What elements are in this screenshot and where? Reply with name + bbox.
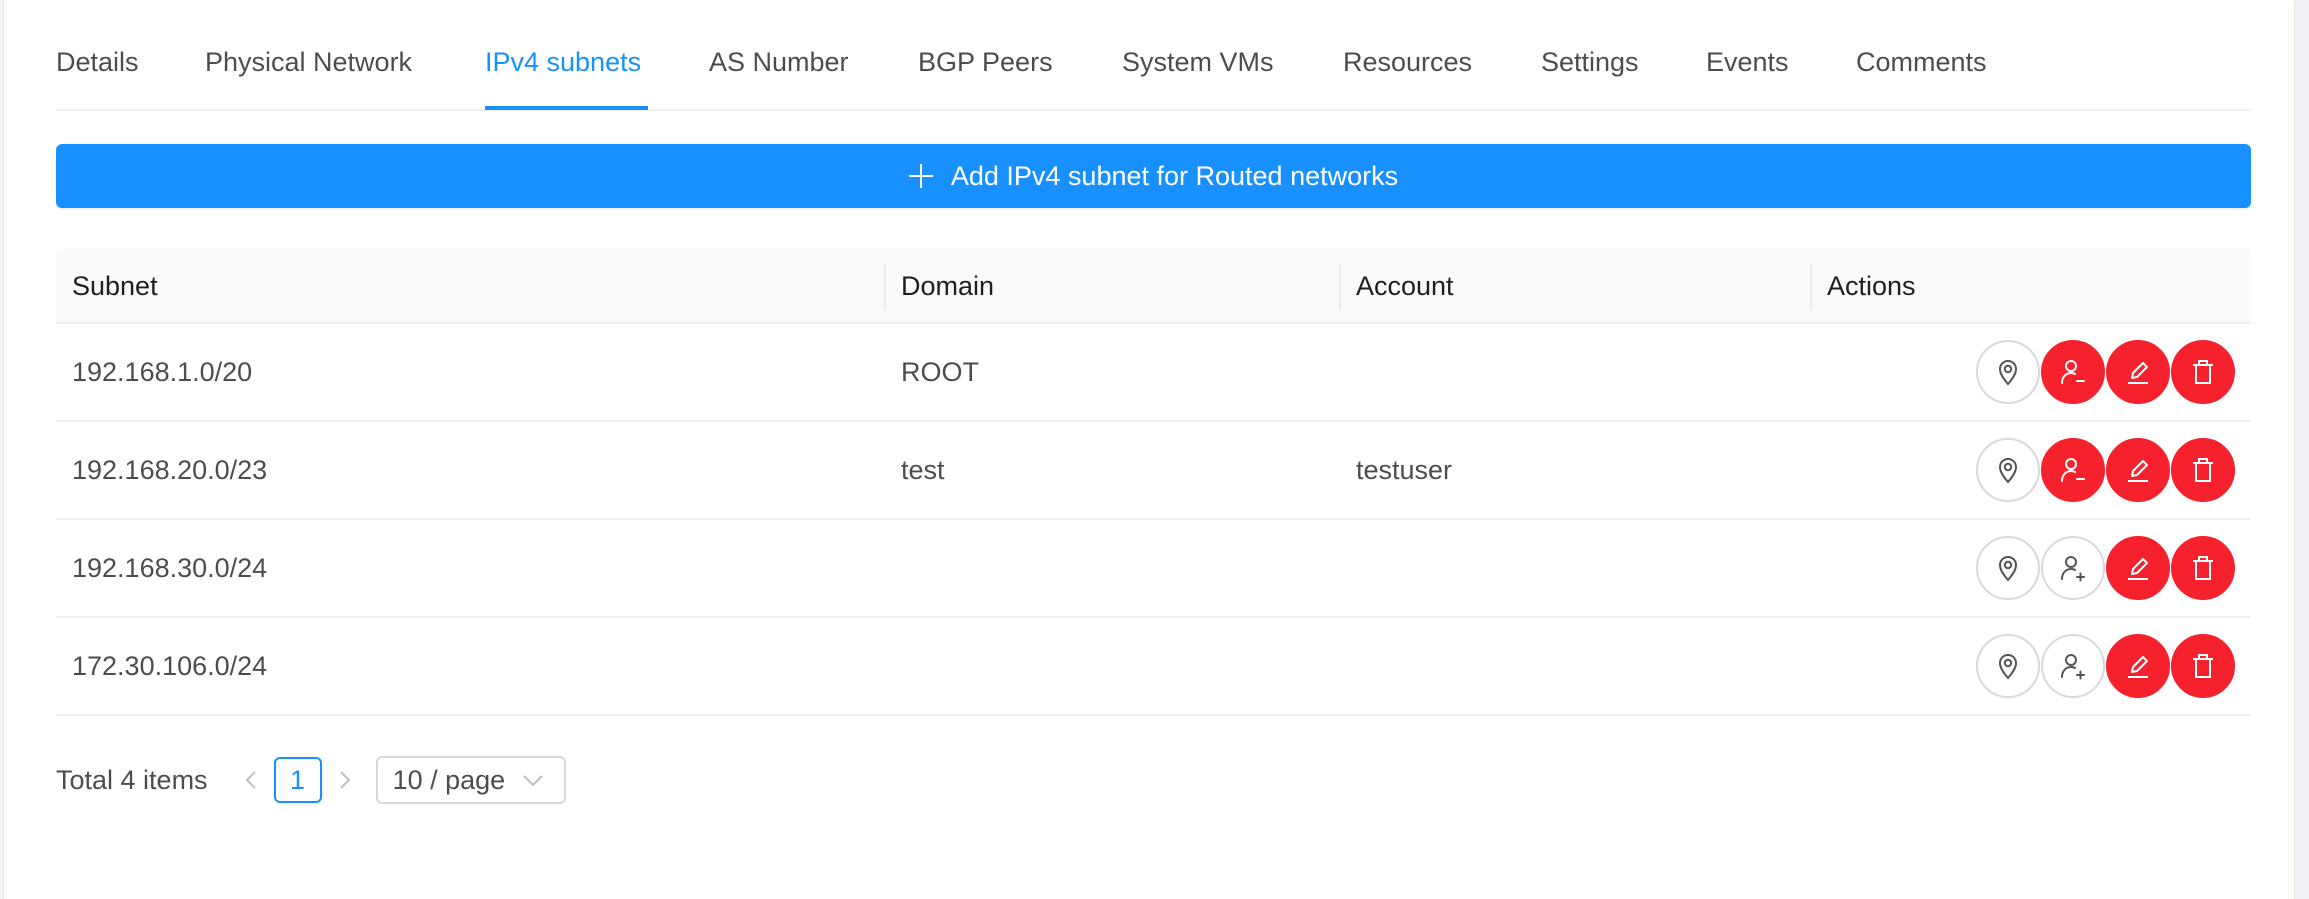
tab-events[interactable]: Events xyxy=(1706,47,1789,78)
column-divider xyxy=(884,264,886,310)
row-actions xyxy=(1976,340,2235,404)
chevron-left-icon xyxy=(245,771,256,789)
edit-icon xyxy=(2128,460,2148,482)
subnet-cell: 192.168.20.0/23 xyxy=(72,454,268,485)
account-cell: testuser xyxy=(1356,454,1453,485)
view-zone-button[interactable] xyxy=(1976,536,2040,600)
table-header: Subnet Domain Account Actions xyxy=(56,248,2251,324)
view-zone-button[interactable] xyxy=(1976,340,2040,404)
add-ipv4-subnet-label: Add IPv4 subnet for Routed networks xyxy=(950,160,1399,191)
user-delete-icon xyxy=(2061,360,2085,384)
pagination: Total 4 items 1 10 / page xyxy=(56,756,566,804)
page-size-select[interactable]: 10 / page xyxy=(375,756,566,804)
edit-button[interactable] xyxy=(2106,340,2170,404)
domain-cell: test xyxy=(901,454,945,485)
delete-button[interactable] xyxy=(2171,536,2235,600)
tab-comments[interactable]: Comments xyxy=(1856,47,1987,78)
map-marker-icon xyxy=(1998,654,2018,680)
tab-system-vms[interactable]: System VMs xyxy=(1122,47,1274,78)
tab-ipv4-subnets[interactable]: IPv4 subnets xyxy=(485,47,641,78)
release-account-button[interactable] xyxy=(2041,340,2105,404)
network-detail-card: Details Physical Network IPv4 subnets AS… xyxy=(3,0,2295,899)
prev-page-button[interactable] xyxy=(236,756,266,804)
map-marker-icon xyxy=(1998,360,2018,386)
column-header-actions: Actions xyxy=(1827,270,1916,301)
subnet-cell: 192.168.30.0/24 xyxy=(72,552,268,583)
chevron-down-icon xyxy=(522,775,543,787)
delete-icon xyxy=(2193,458,2213,482)
table-row: 192.168.20.0/23 test testuser xyxy=(56,422,2251,520)
active-tab-indicator xyxy=(485,106,648,110)
delete-button[interactable] xyxy=(2171,438,2235,502)
edit-button[interactable] xyxy=(2106,536,2170,600)
edit-button[interactable] xyxy=(2106,438,2170,502)
chevron-right-icon xyxy=(339,771,350,789)
tab-bar: Details Physical Network IPv4 subnets AS… xyxy=(56,0,2251,111)
delete-button[interactable] xyxy=(2171,634,2235,698)
column-divider xyxy=(1339,264,1341,310)
edit-button[interactable] xyxy=(2106,634,2170,698)
page-size-value: 10 / page xyxy=(392,764,506,795)
subnet-cell: 192.168.1.0/20 xyxy=(72,356,253,387)
assign-account-button[interactable] xyxy=(2041,536,2105,600)
row-actions xyxy=(1976,438,2235,502)
page-button-current[interactable]: 1 xyxy=(273,757,322,803)
view-zone-button[interactable] xyxy=(1976,634,2040,698)
tab-physical-network[interactable]: Physical Network xyxy=(205,47,412,78)
delete-icon xyxy=(2193,556,2213,580)
user-add-icon xyxy=(2061,556,2085,582)
table-row: 192.168.30.0/24 xyxy=(56,520,2251,618)
column-divider xyxy=(1810,264,1812,310)
delete-icon xyxy=(2193,654,2213,678)
domain-cell: ROOT xyxy=(901,356,979,387)
tab-details[interactable]: Details xyxy=(56,47,139,78)
row-actions xyxy=(1976,634,2235,698)
table-row: 192.168.1.0/20 ROOT xyxy=(56,324,2251,422)
map-marker-icon xyxy=(1998,458,2018,484)
next-page-button[interactable] xyxy=(330,756,360,804)
column-header-account: Account xyxy=(1356,270,1454,301)
release-account-button[interactable] xyxy=(2041,438,2105,502)
ipv4-subnets-table: Subnet Domain Account Actions 192.168.1.… xyxy=(56,248,2251,716)
map-marker-icon xyxy=(1998,556,2018,582)
edit-icon xyxy=(2128,558,2148,580)
table-row: 172.30.106.0/24 xyxy=(56,618,2251,716)
edit-icon xyxy=(2128,656,2148,678)
view-zone-button[interactable] xyxy=(1976,438,2040,502)
subnet-cell: 172.30.106.0/24 xyxy=(72,650,268,681)
tab-as-number[interactable]: AS Number xyxy=(709,47,849,78)
delete-button[interactable] xyxy=(2171,340,2235,404)
edit-icon xyxy=(2128,362,2148,384)
user-delete-icon xyxy=(2061,458,2085,482)
user-add-icon xyxy=(2061,654,2085,680)
delete-icon xyxy=(2193,360,2213,384)
column-header-domain: Domain xyxy=(901,270,995,301)
tab-resources[interactable]: Resources xyxy=(1343,47,1472,78)
row-actions xyxy=(1976,536,2235,600)
total-items-label: Total 4 items xyxy=(56,764,208,795)
plus-icon xyxy=(908,164,933,188)
add-ipv4-subnet-button[interactable]: Add IPv4 subnet for Routed networks xyxy=(56,144,2251,208)
column-header-subnet: Subnet xyxy=(72,270,158,301)
tab-bgp-peers[interactable]: BGP Peers xyxy=(918,47,1053,78)
assign-account-button[interactable] xyxy=(2041,634,2105,698)
tab-settings[interactable]: Settings xyxy=(1541,47,1639,78)
